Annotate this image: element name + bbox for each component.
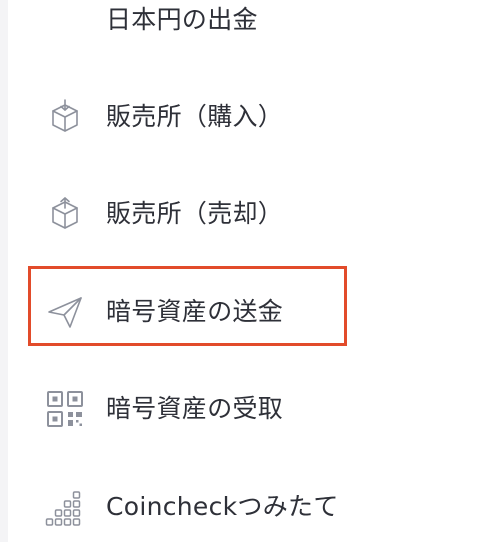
- menu-item-crypto-send[interactable]: 暗号資産の送金: [8, 277, 490, 347]
- menu-item-buy[interactable]: 販売所（購入）: [8, 82, 490, 152]
- menu-item-jpy-withdraw[interactable]: 日本円の出金: [8, 0, 490, 55]
- menu-item-label: 日本円の出金: [106, 5, 258, 34]
- stacked-squares-icon: [45, 487, 85, 527]
- box-sell-icon: [45, 194, 85, 234]
- side-menu: 日本円の出金 販売所（購入） 販売所（売却） 暗号資産の送金 暗号資産の受取 C…: [8, 0, 490, 542]
- menu-item-label: 販売所（購入）: [106, 102, 284, 131]
- qr-code-icon: [45, 389, 85, 429]
- menu-item-label: Coincheckつみたて: [106, 492, 339, 521]
- menu-item-sell[interactable]: 販売所（売却）: [8, 179, 490, 249]
- menu-item-coincheck-tsumitate[interactable]: Coincheckつみたて: [8, 472, 490, 542]
- menu-item-crypto-receive[interactable]: 暗号資産の受取: [8, 374, 490, 444]
- box-buy-icon: [45, 97, 85, 137]
- menu-item-label: 暗号資産の送金: [106, 297, 284, 326]
- menu-item-label: 販売所（売却）: [106, 199, 284, 228]
- paper-plane-icon: [45, 292, 85, 332]
- menu-item-label: 暗号資産の受取: [106, 394, 284, 423]
